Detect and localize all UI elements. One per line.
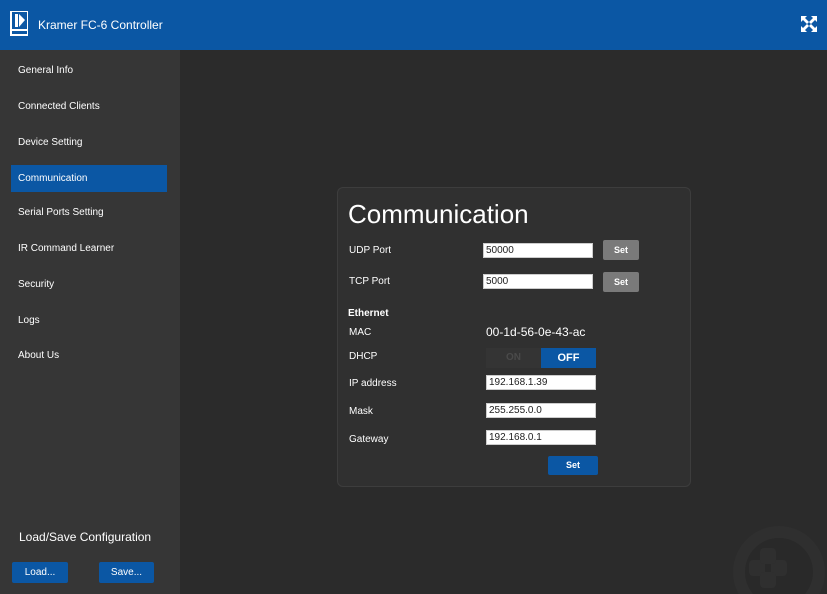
- tcp-port-input[interactable]: [483, 274, 593, 289]
- mac-label: MAC: [349, 327, 372, 338]
- fullscreen-icon[interactable]: [800, 15, 818, 33]
- udp-port-input[interactable]: [483, 243, 593, 258]
- mask-label: Mask: [349, 406, 373, 417]
- app-title: Kramer FC-6 Controller: [38, 18, 163, 32]
- sidebar: General Info Connected Clients Device Se…: [0, 50, 180, 594]
- dhcp-off-option[interactable]: OFF: [541, 348, 596, 368]
- mask-input[interactable]: [486, 403, 596, 418]
- udp-port-label: UDP Port: [349, 245, 392, 256]
- sidebar-item-serial-ports-setting[interactable]: Serial Ports Setting: [11, 199, 167, 226]
- sidebar-item-security[interactable]: Security: [11, 271, 167, 298]
- mac-value: 00-1d-56-0e-43-ac: [486, 325, 586, 339]
- ethernet-heading: Ethernet: [348, 308, 389, 319]
- sidebar-item-logs[interactable]: Logs: [11, 307, 167, 334]
- top-bar: Kramer FC-6 Controller: [0, 0, 827, 50]
- sidebar-item-general-info[interactable]: General Info: [11, 57, 167, 84]
- ethernet-set-button[interactable]: Set: [548, 456, 598, 475]
- dhcp-toggle[interactable]: ON OFF: [486, 348, 596, 368]
- ip-address-input[interactable]: [486, 375, 596, 390]
- save-button[interactable]: Save...: [99, 562, 154, 583]
- tcp-port-label: TCP Port: [349, 276, 390, 287]
- udp-set-button[interactable]: Set: [603, 240, 639, 260]
- sidebar-item-device-setting[interactable]: Device Setting: [11, 129, 167, 156]
- sidebar-item-about-us[interactable]: About Us: [11, 342, 167, 369]
- load-save-config-title: Load/Save Configuration: [19, 530, 152, 544]
- dhcp-label: DHCP: [349, 351, 378, 362]
- gateway-label: Gateway: [349, 434, 389, 445]
- kramer-logo-icon: [9, 10, 29, 37]
- sidebar-item-ir-command-learner[interactable]: IR Command Learner: [11, 235, 167, 262]
- gateway-input[interactable]: [486, 430, 596, 445]
- sidebar-item-communication[interactable]: Communication: [11, 165, 167, 192]
- ip-address-label: IP address: [349, 378, 397, 389]
- dhcp-on-option[interactable]: ON: [486, 348, 541, 368]
- load-button[interactable]: Load...: [12, 562, 68, 583]
- page-title: Communication: [348, 199, 529, 229]
- watermark-logo-icon: [733, 526, 825, 594]
- tcp-set-button[interactable]: Set: [603, 272, 639, 292]
- sidebar-item-connected-clients[interactable]: Connected Clients: [11, 93, 167, 120]
